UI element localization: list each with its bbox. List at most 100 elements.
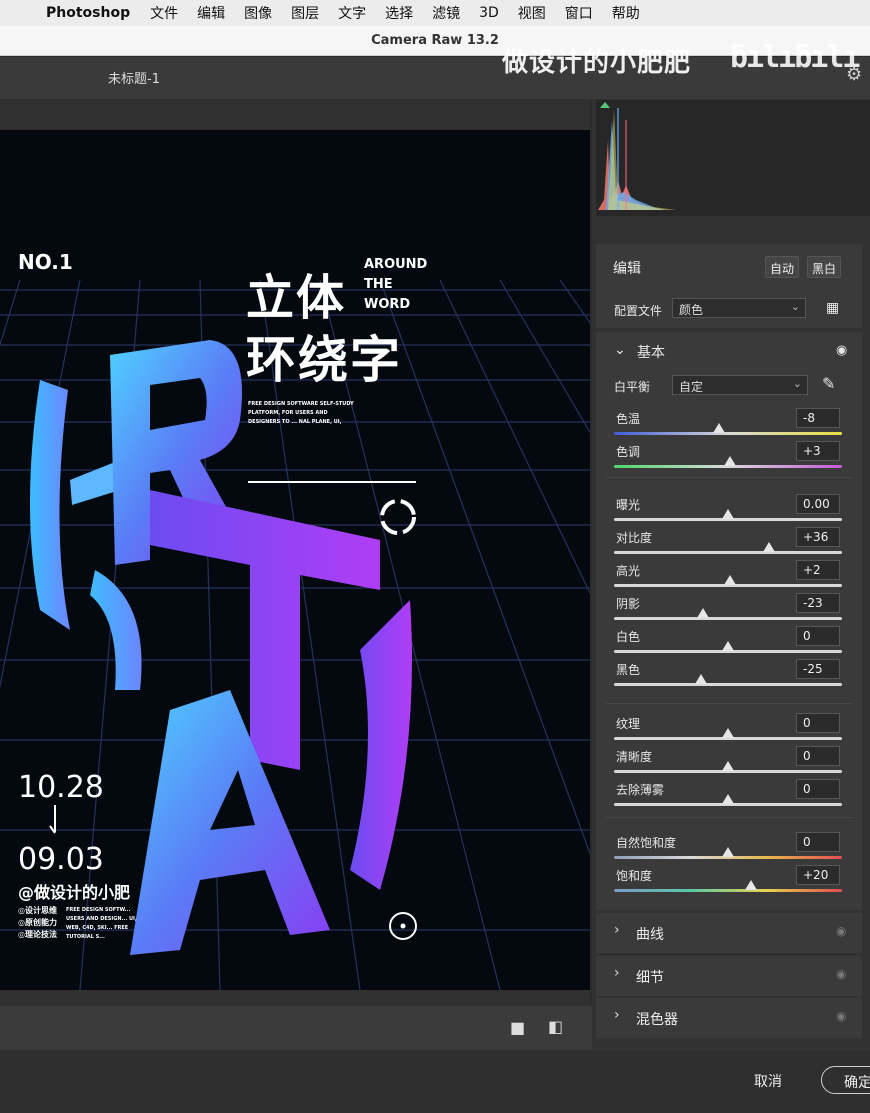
- curves-title: 曲线: [636, 927, 664, 943]
- slider-thumb[interactable]: [724, 456, 737, 466]
- menu-view[interactable]: 视图: [518, 3, 546, 23]
- slider-thumb[interactable]: [722, 728, 734, 738]
- menu-window[interactable]: 窗口: [565, 3, 593, 23]
- menu-select[interactable]: 选择: [385, 3, 413, 23]
- slider-track[interactable]: [614, 432, 842, 435]
- slider-value-input[interactable]: 0: [796, 713, 840, 733]
- slider-thumb[interactable]: [724, 575, 737, 585]
- poster-title-1: 立体: [246, 270, 347, 326]
- bilibili-logo: ƃılıƃılı: [730, 40, 860, 75]
- slider-value-input[interactable]: -25: [796, 659, 840, 679]
- slider-thumb[interactable]: [712, 423, 725, 433]
- detail-section[interactable]: › 细节 ◉: [596, 956, 862, 996]
- poster-bullet-1: ◎设计思维: [18, 906, 57, 915]
- menu-layer[interactable]: 图层: [291, 3, 319, 23]
- slider-label: 纹理: [616, 717, 641, 731]
- slider-value-input[interactable]: 0: [796, 779, 840, 799]
- slider-value-input[interactable]: 0: [796, 832, 840, 852]
- section-divider: [606, 703, 852, 704]
- white-balance-dropdown[interactable]: 自定 ⌄: [672, 375, 808, 395]
- ok-button[interactable]: 确定: [821, 1066, 870, 1094]
- menu-filter[interactable]: 滤镜: [432, 3, 460, 23]
- poster-bullet-2: ◎原创能力: [18, 918, 57, 927]
- slider-thumb[interactable]: [696, 608, 709, 618]
- eye-icon[interactable]: ◉: [836, 1009, 846, 1023]
- slider-label: 去除薄雾: [616, 783, 665, 797]
- preview-toolbar: [0, 1006, 592, 1050]
- slider-thumb[interactable]: [744, 880, 757, 890]
- slider-thumb[interactable]: [722, 509, 734, 519]
- menu-image[interactable]: 图像: [244, 3, 272, 23]
- menu-type[interactable]: 文字: [338, 3, 366, 23]
- slider-label: 阴影: [616, 597, 641, 611]
- slider-thumb[interactable]: [763, 542, 776, 552]
- eye-icon[interactable]: ◉: [836, 967, 846, 981]
- auto-button[interactable]: 自动: [765, 256, 800, 278]
- eyedropper-icon[interactable]: ✎: [822, 374, 835, 393]
- slider-thumb[interactable]: [694, 674, 707, 684]
- detail-title: 细节: [636, 970, 664, 986]
- slider-label: 曝光: [616, 498, 641, 512]
- slider-track[interactable]: [614, 683, 842, 686]
- document-tab[interactable]: 未标题-1: [108, 68, 160, 87]
- chevron-right-icon: ›: [614, 965, 620, 981]
- slider-value-input[interactable]: +20: [796, 865, 840, 885]
- basic-section-title[interactable]: 基本: [637, 342, 665, 362]
- slider-track[interactable]: [614, 551, 842, 554]
- slider-label: 高光: [616, 564, 641, 578]
- preview-toggle-icon[interactable]: ■: [510, 1018, 525, 1037]
- poster-handle: @做设计的小肥: [18, 883, 131, 902]
- eye-icon[interactable]: ◉: [836, 924, 846, 938]
- slider-value-input[interactable]: +3: [796, 441, 840, 461]
- chevron-down-icon[interactable]: ⌄: [614, 342, 626, 358]
- compare-view-icon[interactable]: ◧: [548, 1017, 563, 1036]
- menu-bar: Photoshop 文件 编辑 图像 图层 文字 选择 滤镜 3D 视图 窗口 …: [0, 0, 870, 26]
- dialog-footer: [0, 1050, 870, 1113]
- slider-value-input[interactable]: -8: [796, 408, 840, 428]
- poster-small-text: FREE DESIGN SOFTWARE SELF-STUDY PLATFORM…: [248, 401, 354, 425]
- menu-3d[interactable]: 3D: [479, 5, 499, 21]
- slider-value-input[interactable]: +2: [796, 560, 840, 580]
- chevron-down-icon: ⌄: [790, 300, 800, 313]
- poster-the: THE: [364, 277, 393, 292]
- white-balance-value: 自定: [679, 380, 704, 394]
- shadow-clipping-icon[interactable]: [600, 102, 610, 108]
- slider-thumb[interactable]: [722, 641, 734, 651]
- histogram-graph: [598, 102, 676, 210]
- menu-edit[interactable]: 编辑: [197, 3, 225, 23]
- color-mixer-section[interactable]: › 混色器 ◉: [596, 998, 862, 1038]
- slider-label: 色温: [616, 412, 641, 426]
- chevron-right-icon: ›: [614, 922, 620, 938]
- chevron-down-icon: ⌄: [792, 377, 802, 390]
- bw-button[interactable]: 黑白: [807, 256, 842, 278]
- slider-track[interactable]: [614, 889, 842, 892]
- slider-value-input[interactable]: +36: [796, 527, 840, 547]
- poster-date-2: 09.03: [18, 842, 104, 877]
- menu-app-name[interactable]: Photoshop: [46, 5, 130, 21]
- slider-thumb[interactable]: [722, 761, 734, 771]
- slider-value-input[interactable]: 0: [796, 626, 840, 646]
- menu-file[interactable]: 文件: [150, 3, 178, 23]
- slider-value-input[interactable]: -23: [796, 593, 840, 613]
- slider-label: 自然饱和度: [616, 836, 677, 850]
- eye-icon[interactable]: ◉: [836, 343, 847, 358]
- slider-value-input[interactable]: 0.00: [796, 494, 840, 514]
- slider-track[interactable]: [614, 617, 842, 620]
- poster-word: WORD: [364, 297, 411, 312]
- slider-thumb[interactable]: [722, 794, 734, 804]
- cancel-button[interactable]: 取消: [754, 1071, 782, 1091]
- poster-date-1: 10.28: [18, 770, 104, 805]
- slider-thumb[interactable]: [722, 847, 734, 857]
- profile-dropdown[interactable]: 颜色 ⌄: [672, 298, 806, 318]
- slider-label: 黑色: [616, 663, 641, 677]
- image-preview: NO.1 立体 环绕字 AROUND THE WORD FREE DESIGN …: [0, 130, 590, 990]
- gear-icon[interactable]: ⚙: [846, 64, 862, 85]
- menu-help[interactable]: 帮助: [612, 3, 640, 23]
- white-balance-label: 白平衡: [614, 380, 651, 394]
- curves-section[interactable]: › 曲线 ◉: [596, 913, 862, 953]
- slider-label: 饱和度: [616, 869, 653, 883]
- section-divider: [606, 477, 852, 478]
- profile-value: 颜色: [679, 303, 704, 317]
- profile-browser-icon[interactable]: ▦: [826, 300, 839, 316]
- slider-value-input[interactable]: 0: [796, 746, 840, 766]
